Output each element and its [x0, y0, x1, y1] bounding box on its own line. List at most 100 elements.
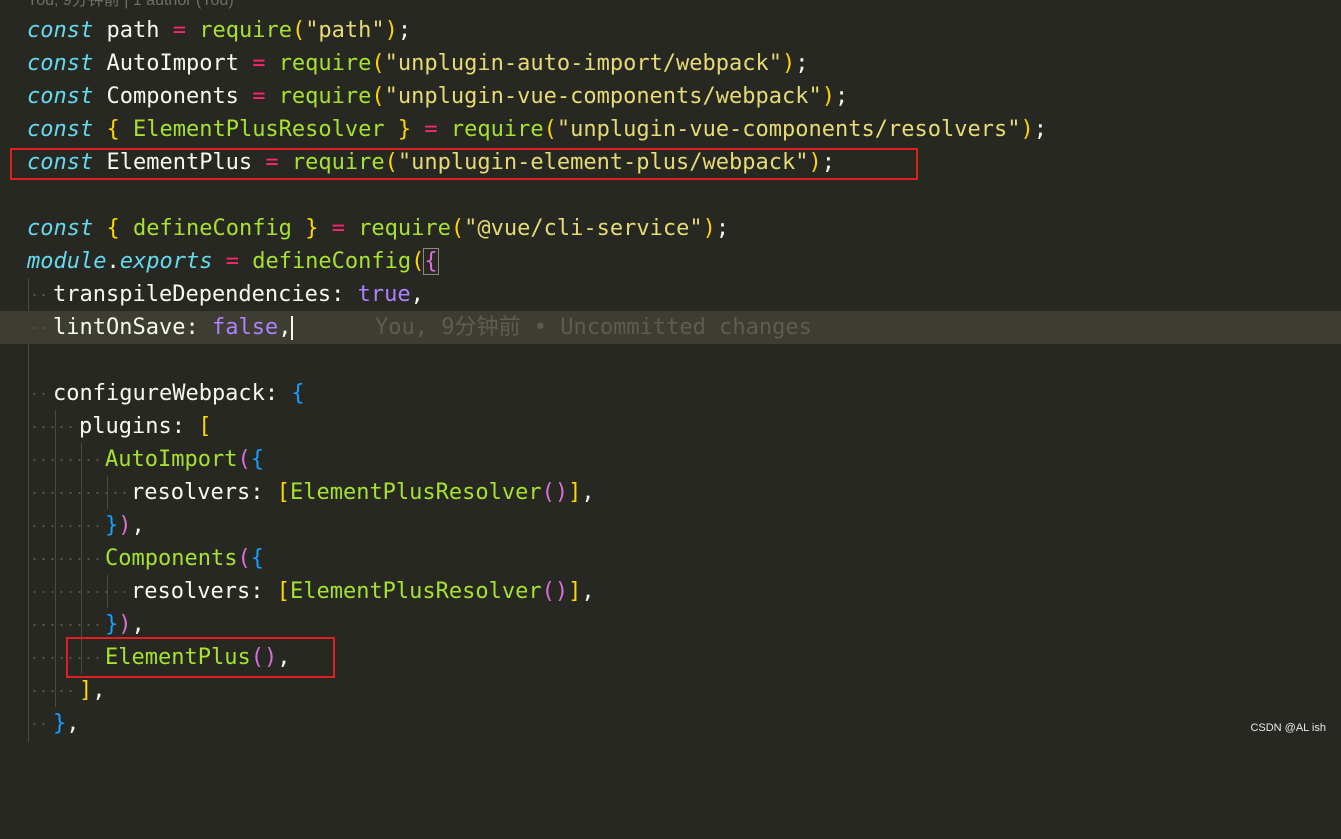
semicolon: ;: [397, 18, 412, 43]
bracket: (: [291, 18, 306, 43]
boolean-literal: false: [211, 315, 279, 340]
comma: ,: [581, 579, 595, 604]
function-name: defineConfig: [252, 249, 412, 274]
operator: =: [252, 51, 266, 76]
operator: =: [331, 216, 345, 241]
code-line-1[interactable]: const path = require("path");: [0, 14, 1341, 47]
bracket: ): [782, 51, 796, 76]
comma: ,: [92, 678, 106, 703]
operator: =: [252, 84, 266, 109]
bracket: }: [53, 711, 67, 736]
property-key: resolvers: [131, 579, 251, 604]
code-line-13[interactable]: plugins: [: [0, 410, 1341, 443]
colon: :: [185, 315, 212, 340]
code-editor[interactable]: You, 9分钟前 | 1 author (You) const path = …: [0, 0, 1341, 742]
highlight-box-import: [10, 148, 918, 180]
colon: :: [331, 282, 358, 307]
code-line-16[interactable]: }),: [0, 509, 1341, 542]
code-line-17[interactable]: Components({: [0, 542, 1341, 575]
code-line-2[interactable]: const AutoImport = require("unplugin-aut…: [0, 47, 1341, 80]
bracket: {: [423, 248, 439, 275]
bracket: (: [237, 546, 251, 571]
identifier: AutoImport: [93, 51, 253, 76]
whitespace-dots: [30, 723, 48, 725]
comma: ,: [131, 513, 145, 538]
property-key: lintOnSave: [53, 315, 186, 340]
whitespace-dots: [30, 459, 102, 461]
code-line-21[interactable]: ],: [0, 674, 1341, 707]
bracket: [: [276, 579, 290, 604]
code-line-7[interactable]: const { defineConfig } = require("@vue/c…: [0, 212, 1341, 245]
string-literal: "unplugin-vue-components/resolvers": [556, 117, 1021, 142]
bracket: ): [702, 216, 716, 241]
bracket: (: [543, 117, 557, 142]
code-line-4[interactable]: const { ElementPlusResolver } = require(…: [0, 113, 1341, 146]
function-name: Components: [105, 546, 238, 571]
bracket: [: [198, 414, 212, 439]
bracket: }: [305, 216, 319, 241]
code-line-8[interactable]: module.exports = defineConfig({: [0, 245, 1341, 278]
whitespace-dots: [30, 558, 102, 560]
string-literal: "@vue/cli-service": [464, 216, 703, 241]
whitespace-dots: [30, 492, 128, 494]
identifier: module: [27, 249, 107, 274]
keyword: const: [27, 84, 94, 109]
bracket: (): [541, 480, 569, 505]
bracket: (: [450, 216, 465, 241]
code-line-14[interactable]: AutoImport({: [0, 443, 1341, 476]
whitespace-dots: [30, 393, 48, 395]
bracket: }: [105, 513, 119, 538]
bracket: ): [384, 18, 398, 43]
bracket: (: [411, 249, 425, 274]
watermark: CSDN @AL ish: [1250, 722, 1326, 734]
comma: ,: [278, 315, 292, 340]
semicolon: ;: [1033, 117, 1047, 142]
colon: :: [250, 480, 277, 505]
boolean-literal: true: [357, 282, 411, 307]
git-blame-annotation: You, 9分钟前 • Uncommitted changes: [375, 315, 812, 340]
keyword: const: [27, 51, 94, 76]
property-key: plugins: [79, 414, 172, 439]
operator: =: [172, 18, 186, 43]
code-line-15[interactable]: resolvers: [ElementPlusResolver()],: [0, 476, 1341, 509]
bracket: ]: [79, 678, 93, 703]
colon: :: [264, 381, 292, 406]
string-literal: "unplugin-vue-components/webpack": [384, 84, 822, 109]
code-line-9[interactable]: transpileDependencies: true,: [0, 278, 1341, 311]
bracket: ]: [568, 480, 582, 505]
identifier: defineConfig: [132, 216, 292, 241]
property: exports: [119, 249, 213, 274]
bracket: (): [541, 579, 569, 604]
bracket: }: [105, 612, 119, 637]
bracket: ): [118, 612, 132, 637]
function-name: require: [199, 18, 292, 43]
comma: ,: [410, 282, 424, 307]
operator: =: [225, 249, 239, 274]
keyword: const: [27, 216, 94, 241]
string-literal: "path": [305, 18, 385, 43]
bracket: {: [250, 447, 264, 472]
code-line-22[interactable]: },: [0, 707, 1341, 740]
function-name: require: [358, 216, 451, 241]
function-name: ElementPlusResolver: [289, 579, 542, 604]
bracket: ]: [568, 579, 582, 604]
code-line-18[interactable]: resolvers: [ElementPlusResolver()],: [0, 575, 1341, 608]
bracket: }: [397, 117, 412, 142]
identifier: Components: [93, 84, 253, 109]
code-line-10-current[interactable]: lintOnSave: false, You, 9分钟前 • Uncommitt…: [0, 311, 1341, 344]
code-line-3[interactable]: const Components = require("unplugin-vue…: [0, 80, 1341, 113]
string-literal: "unplugin-auto-import/webpack": [384, 51, 783, 76]
function-name: AutoImport: [105, 447, 238, 472]
bracket: (: [371, 84, 385, 109]
highlight-box-plugin-call: [66, 637, 335, 678]
codelens-author[interactable]: You, 9分钟前 | 1 author (You): [27, 0, 234, 11]
identifier: ElementPlusResolver: [132, 117, 385, 142]
property-key: transpileDependencies: [53, 282, 332, 307]
identifier: path: [93, 18, 173, 43]
code-line-12[interactable]: configureWebpack: {: [0, 377, 1341, 410]
whitespace-dots: [30, 426, 75, 428]
function-name: ElementPlusResolver: [289, 480, 542, 505]
bracket: ): [118, 513, 132, 538]
bracket: {: [291, 381, 305, 406]
bracket: ): [821, 84, 835, 109]
